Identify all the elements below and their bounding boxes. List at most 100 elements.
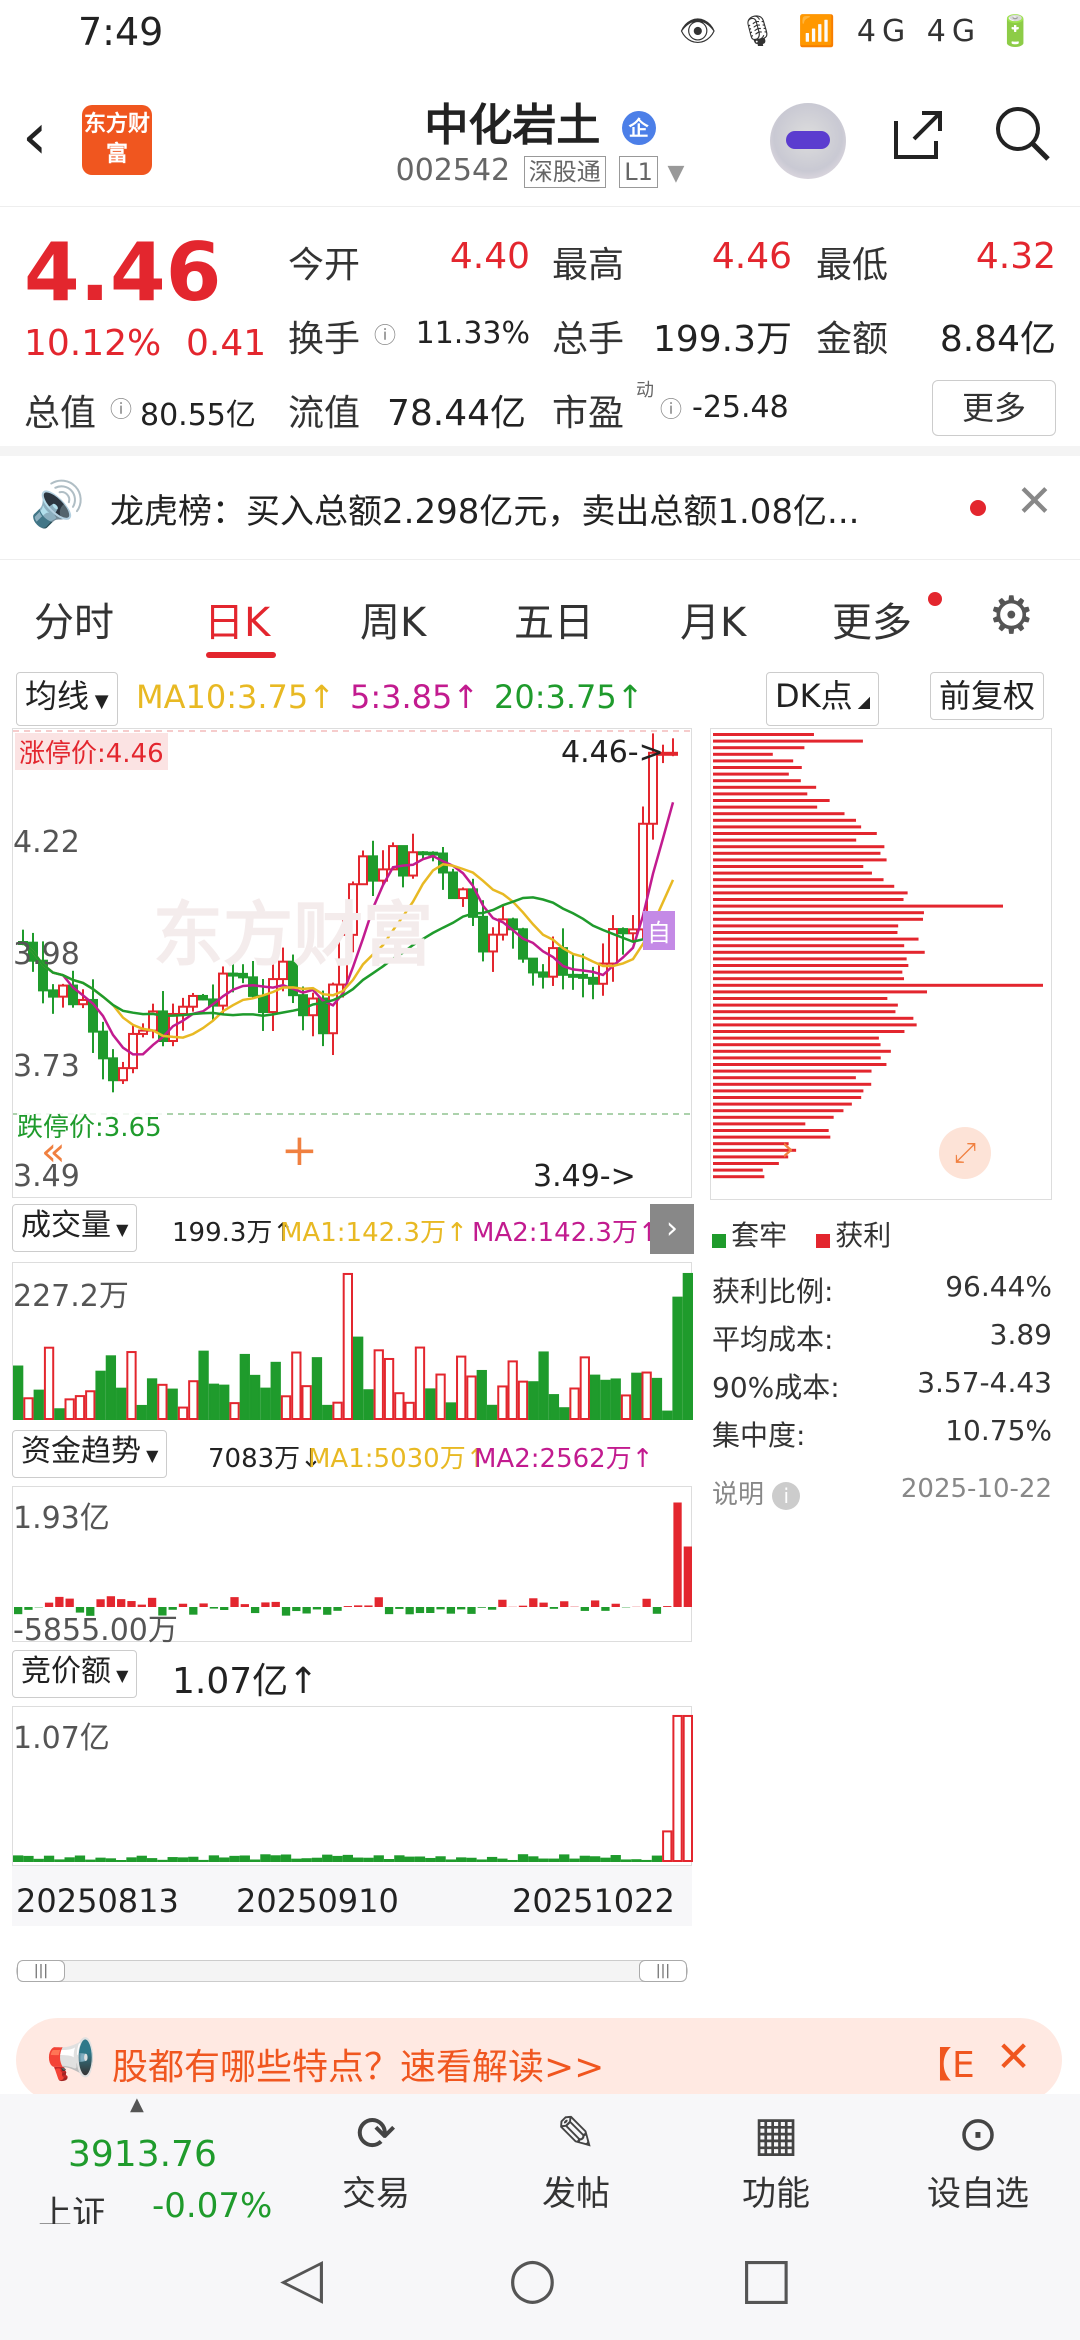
low-marker: 3.49->: [533, 1159, 636, 1194]
fund-bar: [683, 1546, 692, 1607]
fund-bar: [395, 1607, 404, 1609]
fund-bar: [189, 1607, 198, 1615]
kline-chart[interactable]: 东方财富 涨停价:4.46 4.22 3.98 3.73 3.49 跌停价:3.…: [12, 728, 693, 1198]
function-button[interactable]: ▦ 功能: [676, 2102, 876, 2215]
assistant-avatar[interactable]: [770, 103, 846, 179]
info-icon[interactable]: ⓘ: [110, 392, 132, 424]
auction-chart[interactable]: 1.07亿: [12, 1706, 693, 1866]
info-icon[interactable]: ⓘ: [660, 392, 682, 424]
share-icon[interactable]: [888, 105, 948, 165]
tab-five-day[interactable]: 五日: [514, 590, 594, 648]
auction-bar: [54, 1859, 65, 1862]
kline-candle: [458, 888, 468, 900]
fund-selector[interactable]: 资金趋势 ▼: [12, 1430, 168, 1478]
news-ticker[interactable]: 🔊 龙虎榜：买入总额2.298亿元，卖出总额1.08亿... ✕: [0, 456, 1080, 560]
chip-bar: [713, 1129, 829, 1132]
kline-candle: [78, 998, 88, 1006]
tab-intraday[interactable]: 分时: [34, 590, 114, 648]
megaphone-icon: 📢: [46, 2037, 96, 2083]
chip-bar: [713, 1089, 864, 1093]
scroll-handle-right[interactable]: |||: [639, 1960, 687, 1982]
volume-header: 成交量 ▼ 199.3万↑ MA1:142.3万↑ MA2:142.3万↑ ›: [12, 1204, 694, 1254]
nav-home-icon[interactable]: ○: [508, 2246, 557, 2311]
volume-ma1: MA1:142.3万↑: [280, 1218, 468, 1248]
auction-bar: [280, 1854, 292, 1863]
tab-more[interactable]: 更多: [832, 590, 912, 648]
expand-icon[interactable]: ⤢: [939, 1127, 991, 1179]
chip-bar: [713, 1049, 891, 1053]
auction-selector[interactable]: 竞价额 ▼: [12, 1650, 138, 1698]
auction-bar: [476, 1859, 487, 1862]
chip-distribution[interactable]: › ⤢: [710, 728, 1052, 1200]
auction-bar: [425, 1857, 436, 1862]
promo-tag: 【E: [916, 2045, 975, 2086]
fund-chart[interactable]: 1.93亿 -5855.00万: [12, 1486, 692, 1648]
post-button[interactable]: ✎ 发帖: [476, 2102, 676, 2215]
volume-bar: [497, 1385, 508, 1421]
profit-ratio-label: 获利比例:: [712, 1275, 834, 1308]
avg-cost-label: 平均成本:: [712, 1323, 834, 1356]
note-link[interactable]: 说明 i: [712, 1474, 801, 1511]
promo-banner[interactable]: 📢 股都有哪些特点？速看解读>> 【E ✕: [16, 2018, 1062, 2102]
fund-bar: [209, 1607, 219, 1609]
nav-recent-icon[interactable]: □: [740, 2246, 793, 2311]
stock-header: ‹ 东方财富 中化岩土 企 002542 深股通 L1 ▼: [0, 75, 1080, 207]
more-button[interactable]: 更多: [932, 380, 1056, 436]
kline-candle: [178, 1005, 188, 1015]
range-scrollbar[interactable]: ||| |||: [16, 1960, 688, 1982]
chip-next-icon[interactable]: ›: [781, 1129, 795, 1169]
volume-selector[interactable]: 成交量 ▼: [12, 1204, 138, 1252]
scroll-handle-left[interactable]: |||: [17, 1960, 65, 1982]
info-icon[interactable]: ⓘ: [374, 318, 396, 350]
nav-back-icon[interactable]: ◁: [280, 2246, 323, 2311]
chip-bar: [713, 851, 881, 855]
tab-monthly-k[interactable]: 月K: [680, 590, 746, 648]
fund-bar: [333, 1607, 342, 1611]
ma-selector[interactable]: 均线 ▼: [16, 672, 118, 726]
volume-bar: [651, 1377, 663, 1420]
auction-bar: [373, 1855, 384, 1862]
volume-bar: [363, 1389, 374, 1420]
fund-bar: [343, 1606, 352, 1607]
amount-label: 金额: [816, 319, 889, 360]
volume-bar: [332, 1401, 343, 1420]
chip-bar: [713, 772, 789, 776]
chip-bar: [713, 1030, 905, 1033]
search-icon[interactable]: [990, 101, 1054, 165]
volume-bar: [167, 1388, 178, 1421]
chip-bar: [713, 792, 808, 796]
volume-bar: [85, 1390, 96, 1421]
auction-bar: [486, 1856, 498, 1863]
news-text[interactable]: 龙虎榜：买入总额2.298亿元，卖出总额1.08亿...: [110, 484, 859, 533]
index-widget[interactable]: ▲ 3913.76 上证 -0.07%: [0, 2094, 272, 2234]
date-label: 20251022: [512, 1882, 675, 1920]
prev-arrow-icon[interactable]: «: [41, 1129, 65, 1175]
kline-candle: [548, 947, 558, 978]
quote-panel: 4.46 10.12% 0.41 今开 4.40 最高 4.46 最低 4.32…: [0, 208, 1080, 456]
volume-chart[interactable]: 227.2万: [12, 1262, 693, 1421]
fund-bar: [271, 1601, 280, 1607]
close-icon[interactable]: ✕: [996, 2032, 1031, 2081]
volume-bar: [383, 1357, 395, 1420]
chip-bar: [713, 891, 908, 895]
current-price: 4.46: [24, 226, 222, 319]
add-watchlist-button[interactable]: ⊙ 设自选: [878, 2102, 1078, 2215]
adjust-button[interactable]: 前复权: [930, 672, 1045, 720]
chip-bar: [713, 917, 924, 921]
tag-level: L1: [619, 156, 658, 188]
trade-button[interactable]: ⟳ 交易: [276, 2102, 476, 2215]
crosshair-icon[interactable]: +: [281, 1125, 318, 1176]
auction-bar: [43, 1855, 55, 1863]
kline-candle: [368, 855, 378, 882]
close-icon[interactable]: ✕: [1016, 476, 1053, 527]
tab-daily-k[interactable]: 日K: [204, 590, 270, 648]
tab-weekly-k[interactable]: 周K: [360, 590, 426, 648]
promo-text[interactable]: 股都有哪些特点？速看解读>>: [112, 2038, 604, 2090]
gear-icon[interactable]: ⚙: [988, 586, 1035, 646]
dk-point-button[interactable]: DK点 ◢: [766, 672, 880, 726]
fund-bar: [549, 1607, 559, 1609]
volume-bar: [280, 1395, 292, 1421]
kline-candle: [578, 973, 588, 979]
kline-candle: [118, 1067, 128, 1082]
expand-arrow-icon[interactable]: ›: [650, 1204, 694, 1254]
